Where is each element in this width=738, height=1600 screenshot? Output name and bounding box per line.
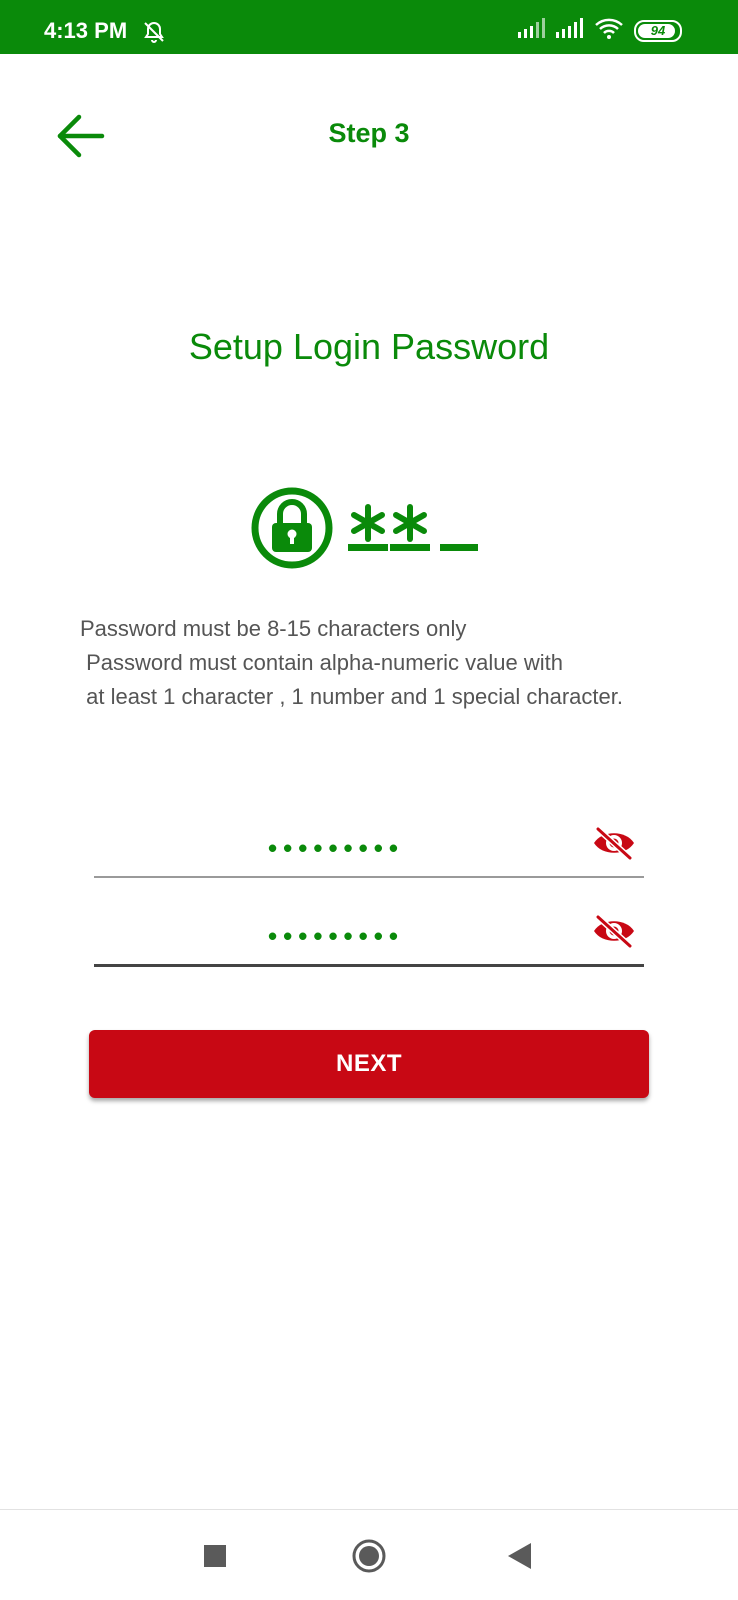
recent-apps-icon[interactable] — [203, 1544, 227, 1573]
eye-off-icon[interactable] — [592, 826, 636, 865]
battery-icon: 94 — [634, 19, 682, 42]
home-icon[interactable] — [351, 1538, 387, 1579]
status-bar: 4:13 PM 94 — [0, 0, 738, 54]
status-icons: 94 — [518, 17, 682, 44]
alarm-off-icon — [142, 20, 166, 49]
wifi-icon — [594, 17, 624, 44]
rule-line: at least 1 character , 1 number and 1 sp… — [80, 684, 623, 709]
next-button[interactable]: NEXT — [89, 1030, 649, 1098]
rule-line: Password must contain alpha-numeric valu… — [80, 650, 564, 675]
rule-line: Password must be 8-15 characters only — [80, 616, 467, 641]
page-title: Setup Login Password — [188, 326, 550, 367]
password-lock-icon — [250, 486, 490, 581]
system-nav-bar — [0, 1509, 738, 1600]
password-rules: Password must be 8-15 characters only Pa… — [80, 612, 700, 714]
signal-icon — [556, 18, 584, 43]
signal-icon — [518, 18, 546, 43]
battery-level: 94 — [650, 23, 666, 38]
password-input[interactable] — [94, 822, 578, 874]
step-title: Step 3 — [328, 118, 410, 148]
status-time: 4:13 PM — [44, 18, 128, 43]
eye-off-icon[interactable] — [592, 914, 636, 953]
back-triangle-icon[interactable] — [507, 1542, 533, 1575]
confirm-password-input[interactable] — [94, 910, 578, 962]
confirm-password-field — [94, 902, 644, 967]
password-field — [94, 814, 644, 878]
